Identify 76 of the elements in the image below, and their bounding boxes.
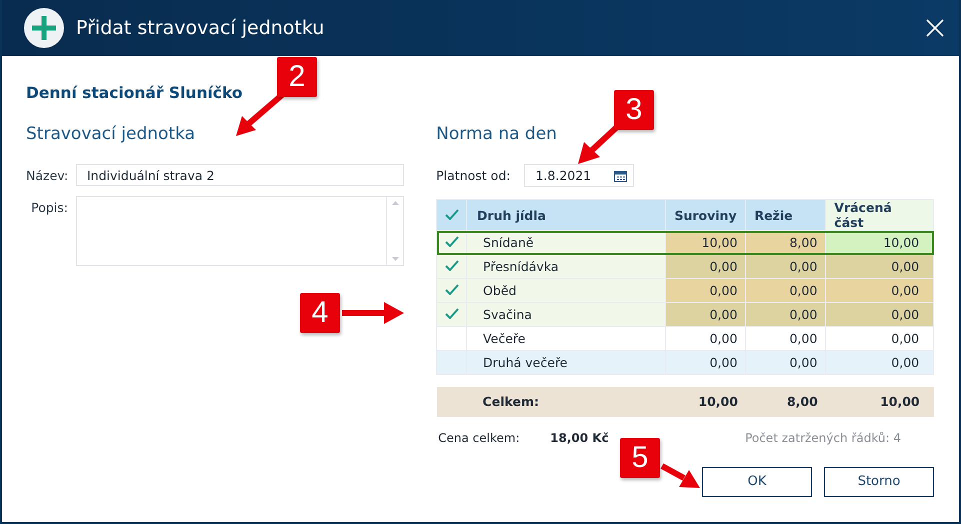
scroll-down-icon[interactable] (392, 257, 399, 261)
checked-count: Počet zatržených řádků: 4 (745, 430, 902, 444)
table-cell: 10,00 (826, 230, 934, 254)
table-cell: 0,00 (666, 302, 746, 326)
table-cell: 0,00 (826, 302, 934, 326)
calendar-icon[interactable] (614, 170, 628, 182)
checkbox-cell[interactable] (436, 302, 467, 326)
table-row[interactable]: Svačina 0,00 0,00 0,00 (436, 302, 934, 326)
arrow (340, 300, 406, 326)
name-field[interactable]: Individuální strava 2 (76, 164, 404, 186)
table-row[interactable]: Večeře 0,00 0,00 0,00 (436, 326, 934, 350)
field-label: Název: (26, 167, 68, 183)
price-label: Cena celkem: (438, 430, 521, 444)
total-cell: 10,00 (826, 386, 934, 416)
table-cell: 10,00 (666, 230, 746, 254)
check-icon (444, 236, 459, 247)
section-heading: Norma na den (436, 124, 558, 144)
description-field[interactable] (76, 196, 404, 266)
check-icon (444, 208, 459, 220)
table-cell: Druhá večeře (466, 350, 666, 374)
ok-button[interactable]: OK (702, 466, 812, 496)
cancel-button[interactable]: Storno (824, 466, 934, 496)
date-field[interactable]: 1.8.2021 (524, 164, 634, 187)
checkbox-cell[interactable] (436, 326, 467, 350)
table-cell: 0,00 (746, 302, 826, 326)
table-cell: Snídaně (466, 230, 666, 254)
table-cell: 0,00 (746, 278, 826, 302)
table-cell: 0,00 (666, 350, 746, 374)
table-cell: Svačina (466, 302, 666, 326)
callout-number: 5 (620, 438, 660, 478)
column-header[interactable]: Vrácená část (826, 200, 934, 230)
window-title: Přidat stravovací jednotku (76, 17, 326, 39)
table-cell: 0,00 (826, 350, 934, 374)
field-label: Platnost od: (436, 168, 510, 183)
table-cell: Oběd (466, 278, 666, 302)
facility-title: Denní stacionář Sluníčko (26, 84, 244, 102)
arrow (576, 124, 621, 166)
table-cell: 0,00 (826, 278, 934, 302)
table-cell: Večeře (466, 326, 666, 350)
callout-number: 3 (614, 90, 654, 130)
total-cell: 8,00 (746, 386, 826, 416)
table-cell: 0,00 (746, 350, 826, 374)
scroll-up-icon[interactable] (392, 201, 399, 205)
table-row[interactable]: Druhá večeře 0,00 0,00 0,00 (436, 350, 934, 374)
close-icon[interactable] (925, 18, 945, 38)
arrow (660, 464, 702, 490)
check-icon (444, 308, 459, 319)
checkbox-cell[interactable] (436, 254, 467, 278)
add-icon (24, 8, 64, 48)
table-cell: Přesnídávka (466, 254, 666, 278)
table-cell: 0,00 (666, 254, 746, 278)
table-row[interactable]: Snídaně 10,00 8,00 10,00 (436, 230, 934, 254)
field-label: Popis: (30, 199, 68, 215)
table-cell: 0,00 (746, 254, 826, 278)
table-cell: 0,00 (666, 326, 746, 350)
total-label: Celkem: (466, 386, 666, 416)
column-header[interactable]: Druh jídla (466, 200, 666, 230)
table-cell: 0,00 (826, 254, 934, 278)
callout-number: 4 (300, 293, 340, 333)
callout-number: 2 (277, 57, 317, 97)
total-cell: 10,00 (666, 386, 746, 416)
section-heading: Stravovací jednotka (26, 124, 196, 144)
table-row[interactable]: Oběd 0,00 0,00 0,00 (436, 278, 934, 302)
checkbox-cell[interactable] (436, 230, 467, 254)
column-header[interactable]: Režie (746, 200, 826, 230)
column-header[interactable]: Suroviny (666, 200, 746, 230)
table-cell: 0,00 (666, 278, 746, 302)
table-cell: 0,00 (746, 326, 826, 350)
check-icon (444, 284, 459, 295)
table-cell: 8,00 (746, 230, 826, 254)
table-cell: 0,00 (826, 326, 934, 350)
table-row[interactable]: Přesnídávka 0,00 0,00 0,00 (436, 254, 934, 278)
check-icon (444, 260, 459, 271)
checkbox-cell[interactable] (436, 350, 467, 374)
price-value: 18,00 Kč (550, 430, 610, 444)
checkbox-cell[interactable] (436, 278, 467, 302)
